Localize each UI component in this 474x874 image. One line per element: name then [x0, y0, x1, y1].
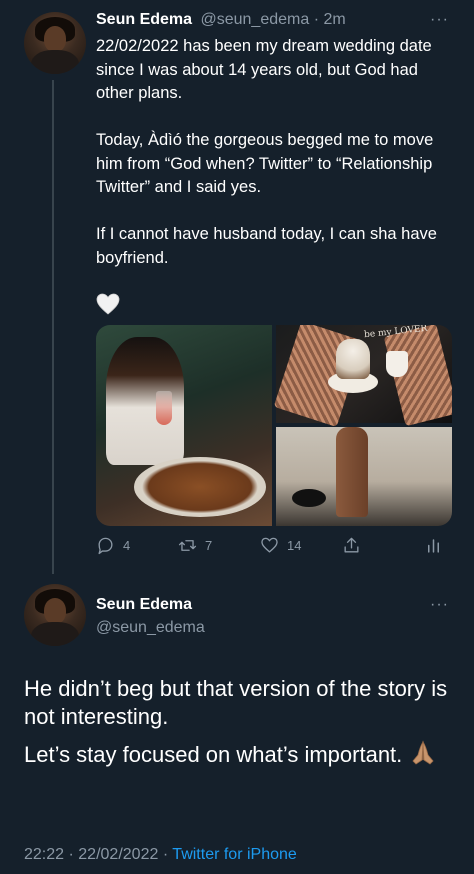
tweet-date[interactable]: 22/02/2022	[78, 846, 158, 863]
photo-shoe	[292, 489, 326, 507]
reply-count: 4	[123, 537, 131, 553]
folded-hands-icon	[412, 740, 434, 765]
tweet-text: 22/02/2022 has been my dream wedding dat…	[96, 35, 456, 270]
photo-legs-figure	[336, 427, 368, 517]
more-options-icon[interactable]: ···	[430, 12, 449, 28]
tweet-paragraph: He didn’t beg but that version of the st…	[24, 676, 448, 729]
like-count: 14	[287, 537, 302, 553]
like-button[interactable]: 14	[260, 533, 301, 557]
white-heart-icon	[96, 293, 120, 315]
more-options-icon[interactable]: ···	[430, 597, 449, 613]
header-separator: ·	[313, 11, 320, 28]
retweet-count: 7	[205, 537, 213, 553]
tweet-paragraph: If I cannot have husband today, I can sh…	[96, 225, 437, 267]
thread-connector-line	[52, 80, 54, 574]
tweet-text: He didn’t beg but that version of the st…	[24, 675, 454, 777]
author-name[interactable]: Seun Edema	[96, 11, 192, 28]
tweet-paragraph: 22/02/2022 has been my dream wedding dat…	[96, 37, 432, 102]
tweet-header: Seun Edema @seun_edema · 2m	[96, 11, 346, 29]
author-avatar[interactable]	[24, 12, 86, 74]
author-handle[interactable]: @seun_edema	[96, 619, 205, 637]
author-handle[interactable]: @seun_edema	[200, 11, 309, 28]
share-button[interactable]	[342, 533, 361, 557]
photo-food-plate	[134, 457, 266, 517]
tweet-source-link[interactable]: Twitter for iPhone	[172, 846, 297, 863]
meta-separator: ·	[162, 846, 169, 863]
tweet-time[interactable]: 2m	[323, 11, 345, 28]
avatar-face	[43, 25, 67, 52]
avatar-face	[43, 597, 67, 624]
tweet-paragraph-with-emoji: Let’s stay focused on what’s important.	[24, 739, 454, 769]
photo-legs[interactable]	[276, 427, 452, 526]
tweet-paragraph: Today, Àdìó the gorgeous begged me to mo…	[96, 131, 434, 196]
tweet-paragraph: Let’s stay focused on what’s important.	[24, 742, 403, 767]
photo-person-figure	[106, 337, 184, 465]
like-heart-icon	[261, 537, 278, 553]
avatar-body	[31, 622, 79, 646]
analytics-button[interactable]	[424, 533, 443, 557]
tweet-actions: 4 7 14	[96, 533, 452, 557]
avatar-body	[31, 50, 79, 74]
tweet-time[interactable]: 22:22	[24, 846, 64, 863]
author-name[interactable]: Seun Edema	[96, 596, 192, 614]
reply-icon	[98, 537, 113, 554]
retweet-button[interactable]: 7	[178, 533, 212, 557]
photo-dinner[interactable]	[96, 325, 272, 526]
author-avatar[interactable]	[24, 584, 86, 646]
retweet-icon	[178, 539, 197, 551]
media-grid[interactable]: be my LOVER	[96, 325, 452, 526]
photo-dessert[interactable]: be my LOVER	[273, 325, 452, 427]
photo-cake	[336, 339, 370, 379]
share-icon	[344, 537, 359, 553]
meta-separator: ·	[68, 846, 74, 863]
photo-cup	[386, 351, 408, 377]
tweet-metadata: 22:22 · 22/02/2022 · Twitter for iPhone	[24, 846, 297, 864]
reply-button[interactable]: 4	[96, 533, 130, 557]
photo-drink-glass	[156, 391, 172, 425]
analytics-icon	[427, 538, 440, 553]
